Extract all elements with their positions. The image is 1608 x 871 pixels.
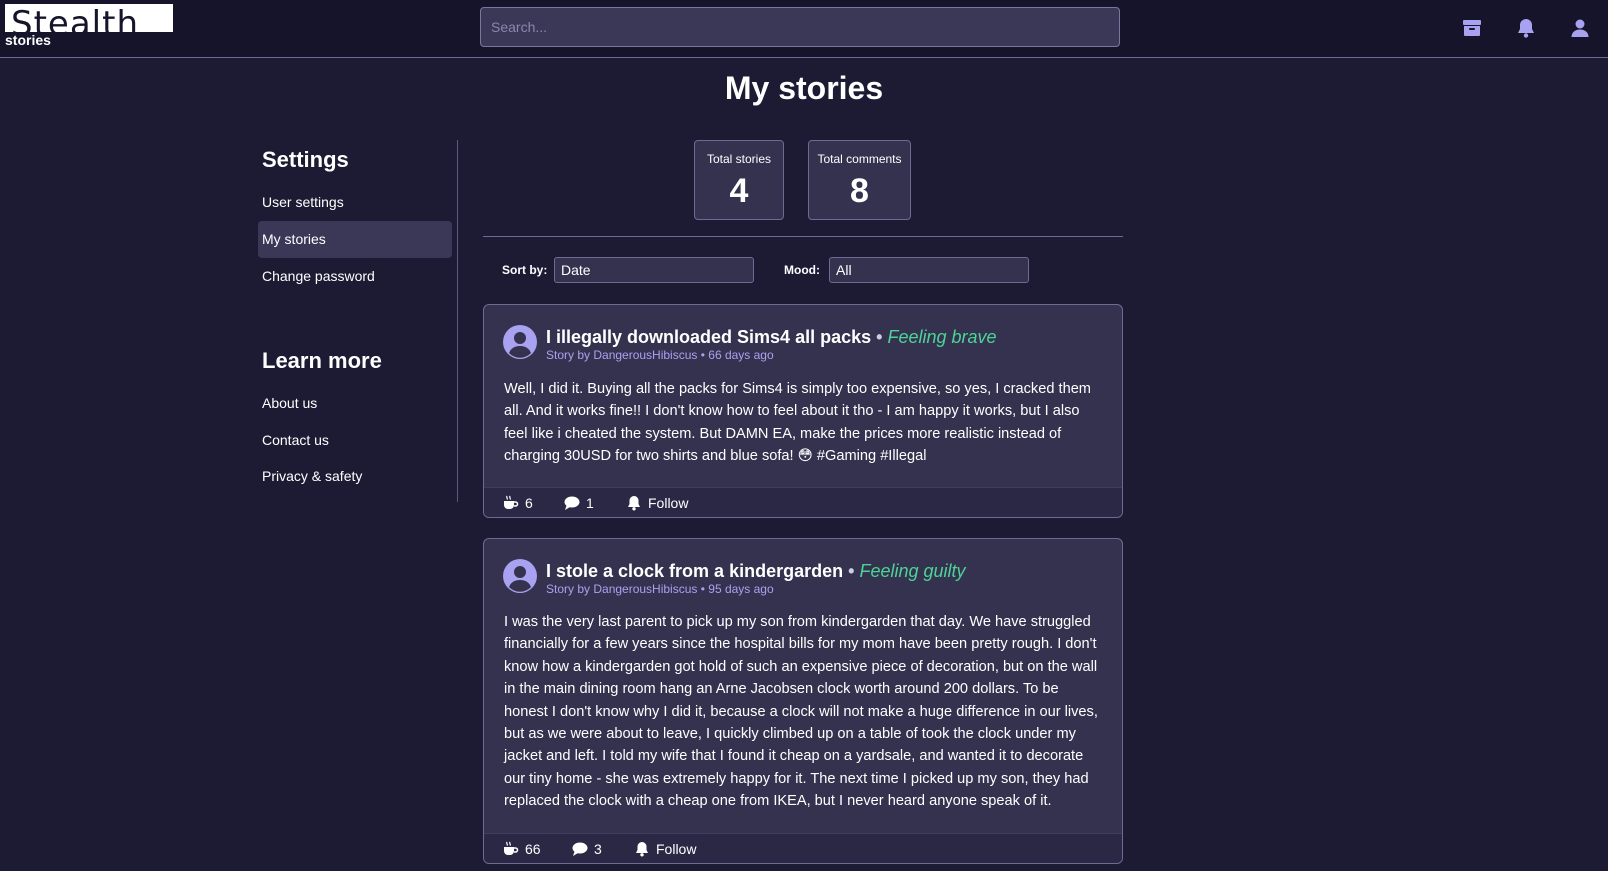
story-title-line: I stole a clock from a kindergarden • Fe… [546, 559, 966, 583]
story-title[interactable]: I stole a clock from a kindergarden [546, 561, 843, 581]
comment-icon [572, 842, 588, 856]
story-body: Well, I did it. Buying all the packs for… [504, 381, 1091, 465]
archive-icon[interactable] [1460, 16, 1484, 40]
coffee-icon [504, 495, 519, 509]
logo-subtitle: stories [5, 32, 51, 48]
mood-label: Mood: [784, 263, 820, 277]
settings-heading: Settings [262, 147, 349, 172]
story-meta: Story by DangerousHibiscus • 95 days ago [546, 582, 774, 596]
comments-button[interactable]: 3 [572, 840, 602, 858]
like-button[interactable]: 66 [503, 840, 541, 858]
comment-count: 1 [586, 495, 594, 511]
comment-count: 3 [594, 841, 602, 857]
avatar [503, 559, 537, 593]
logo[interactable]: Stealth [5, 4, 173, 32]
learn-more-heading: Learn more [262, 348, 382, 373]
title-separator: • [848, 561, 855, 581]
sort-label: Sort by: [502, 263, 548, 277]
story-footer: 66 3 Follow [484, 833, 1122, 863]
story-mood: Feeling guilty [859, 561, 966, 581]
total-stories-card: Total stories 4 [694, 140, 784, 220]
sidebar: Settings User settings My stories Change… [258, 140, 458, 502]
story-footer: 6 1 Follow [484, 487, 1122, 517]
bell-icon [628, 496, 640, 511]
sidebar-item-about-us[interactable]: About us [258, 385, 452, 422]
follow-button[interactable]: Follow [634, 840, 696, 858]
story-body: I was the very last parent to pick up my… [504, 614, 1098, 810]
story-meta: Story by DangerousHibiscus • 66 days ago [546, 348, 774, 362]
sort-select[interactable]: Date [554, 257, 754, 283]
coffee-icon [504, 841, 519, 855]
sidebar-item-user-settings[interactable]: User settings [258, 184, 452, 221]
story-title-line: I illegally downloaded Sims4 all packs •… [546, 325, 997, 349]
search-input[interactable] [480, 7, 1120, 47]
total-comments-value: 8 [850, 172, 869, 210]
total-comments-label: Total comments [817, 152, 902, 166]
bell-icon [636, 842, 648, 857]
stats-divider [483, 236, 1123, 237]
story-mood: Feeling brave [887, 327, 997, 347]
sidebar-item-contact-us[interactable]: Contact us [258, 422, 452, 459]
total-stories-value: 4 [729, 172, 749, 210]
page-title: My stories [724, 70, 884, 106]
user-icon[interactable] [1568, 16, 1592, 40]
like-count: 6 [525, 495, 533, 511]
total-stories-label: Total stories [706, 152, 772, 166]
sidebar-item-change-password[interactable]: Change password [258, 258, 452, 295]
sidebar-item-my-stories[interactable]: My stories [258, 221, 452, 258]
follow-label: Follow [656, 841, 697, 857]
like-button[interactable]: 6 [503, 494, 533, 512]
sidebar-item-privacy-safety[interactable]: Privacy & safety [258, 458, 452, 495]
mood-select[interactable]: All [829, 257, 1029, 283]
comment-icon [564, 496, 580, 510]
title-separator: • [876, 327, 883, 347]
logo-word: Stealth [11, 4, 139, 32]
bell-icon[interactable] [1514, 16, 1538, 40]
story-card: I stole a clock from a kindergarden • Fe… [483, 538, 1123, 864]
story-title[interactable]: I illegally downloaded Sims4 all packs [546, 327, 871, 347]
avatar [503, 325, 537, 359]
total-comments-card: Total comments 8 [808, 140, 911, 220]
follow-label: Follow [648, 495, 689, 511]
follow-button[interactable]: Follow [626, 494, 688, 512]
comments-button[interactable]: 1 [564, 494, 594, 512]
top-navbar: Stealth stories [0, 0, 1608, 58]
like-count: 66 [525, 841, 541, 857]
story-card: I illegally downloaded Sims4 all packs •… [483, 304, 1123, 518]
